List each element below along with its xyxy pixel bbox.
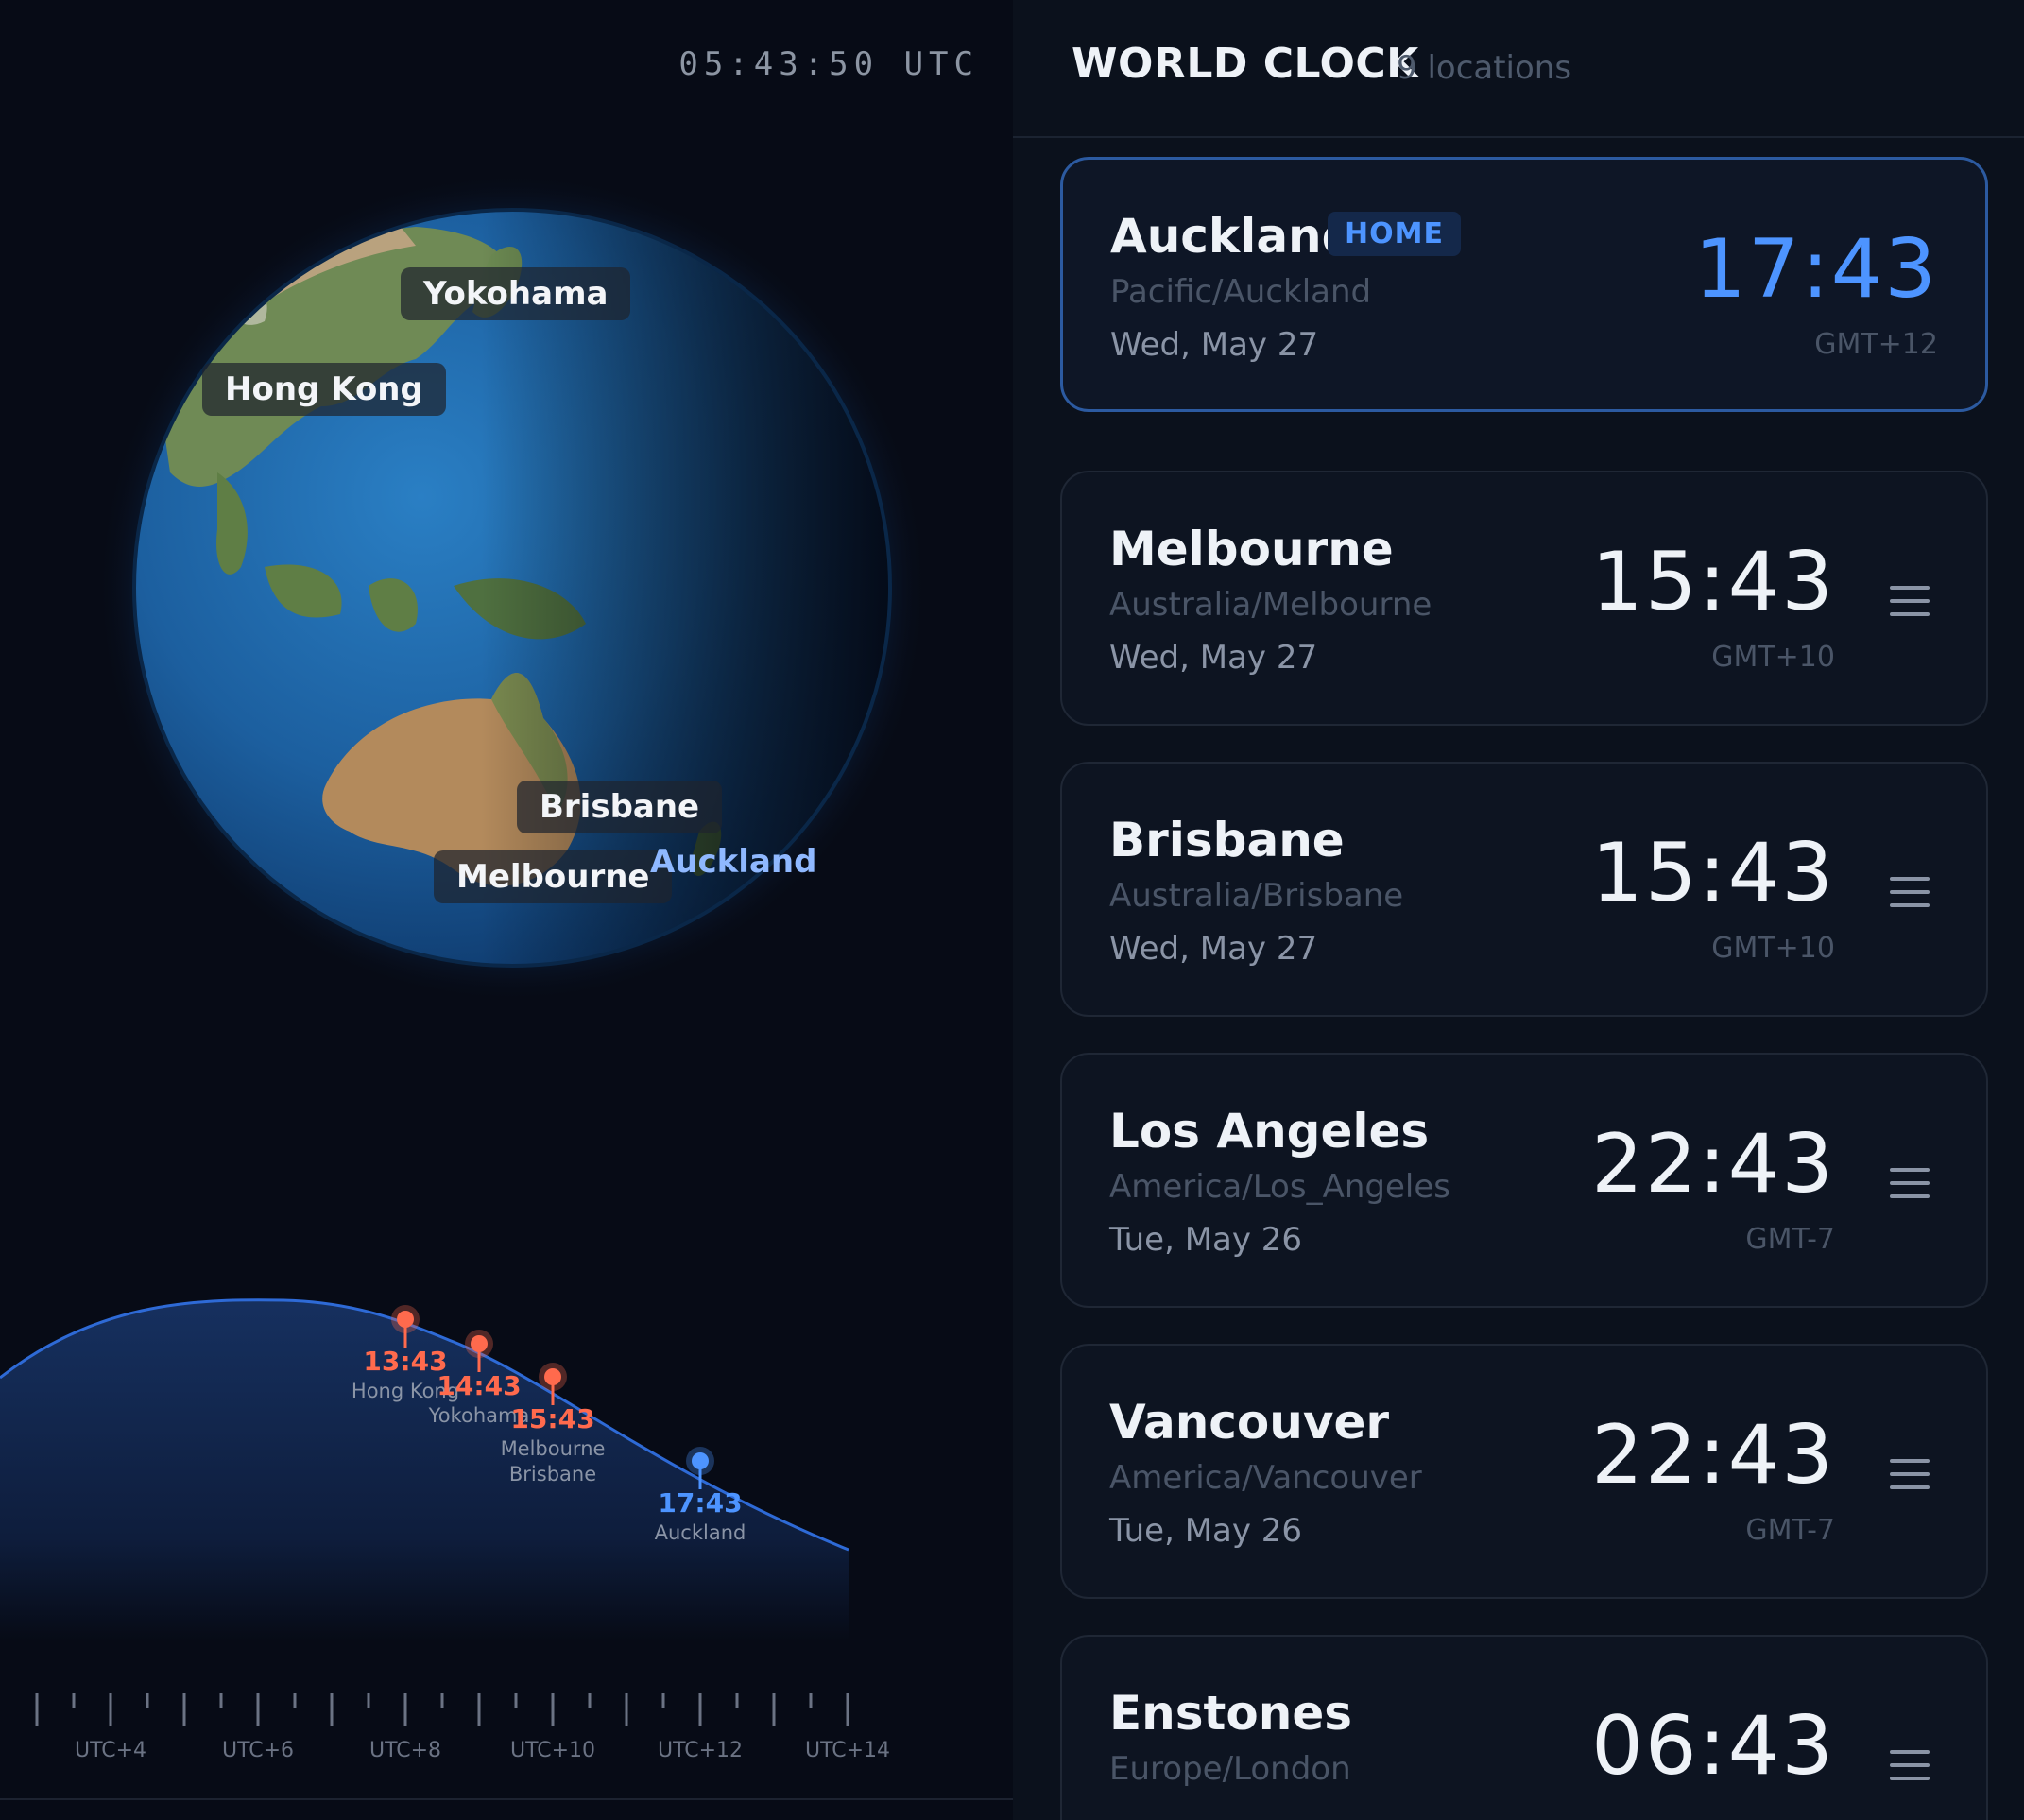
card-date: Wed, May 27 bbox=[1110, 326, 1319, 364]
card-timezone: America/Los_Angeles bbox=[1109, 1168, 1450, 1206]
card-city-name: Los Angeles bbox=[1109, 1104, 1430, 1159]
scale-label-utc6: UTC+6 bbox=[222, 1739, 294, 1762]
globe[interactable] bbox=[0, 0, 1013, 1228]
card-gmt-offset: GMT-7 bbox=[1745, 1223, 1835, 1256]
globe-view[interactable]: Yokohama Hong Kong Brisbane Melbourne Au… bbox=[0, 0, 1013, 1228]
card-city-name: Enstones bbox=[1109, 1686, 1353, 1741]
card-gmt-offset: GMT+10 bbox=[1711, 641, 1835, 674]
card-timezone: America/Vancouver bbox=[1109, 1459, 1422, 1497]
panel-header: WORLD CLOCK 9 locations bbox=[1013, 0, 2024, 138]
drag-handle-icon[interactable] bbox=[1890, 877, 1930, 909]
divider bbox=[0, 1798, 1013, 1800]
drag-handle-icon[interactable] bbox=[1890, 1750, 1930, 1782]
card-time: 15:43 bbox=[1591, 826, 1835, 920]
world-clock-panel: WORLD CLOCK 9 locations Auckland HOME Pa… bbox=[1013, 0, 2024, 1820]
marker-city: Auckland bbox=[655, 1521, 746, 1544]
globe-label-hong-kong[interactable]: Hong Kong bbox=[202, 363, 446, 416]
marker-time: 14:43 bbox=[437, 1370, 521, 1401]
card-time: 15:43 bbox=[1591, 535, 1835, 629]
left-pane: 05:43:50 UTC Yokohama Hong Kong Brisbane… bbox=[0, 0, 1013, 1820]
drag-handle-icon[interactable] bbox=[1890, 586, 1930, 618]
scale-label-utc10: UTC+10 bbox=[510, 1739, 595, 1762]
card-city-name: Auckland bbox=[1110, 209, 1356, 264]
card-date: Tue, May 26 bbox=[1109, 1512, 1303, 1550]
globe-label-auckland[interactable]: Auckland bbox=[627, 835, 839, 888]
daylight-curve-chart: 13:43 Hong Kong 14:43 Yokohama 15:43 Mel… bbox=[0, 1298, 849, 1640]
card-timezone: Europe/London bbox=[1109, 1750, 1351, 1788]
card-city-name: Brisbane bbox=[1109, 813, 1345, 867]
panel-title: WORLD CLOCK bbox=[1072, 40, 1419, 88]
scale-label-utc8: UTC+8 bbox=[369, 1739, 441, 1762]
card-time: 17:43 bbox=[1694, 222, 1938, 317]
card-city-name: Vancouver bbox=[1109, 1395, 1390, 1450]
marker-city: Melbourne bbox=[501, 1437, 606, 1460]
clock-card-enstones[interactable]: Enstones Europe/London 06:43 bbox=[1060, 1635, 1988, 1820]
card-time: 06:43 bbox=[1591, 1699, 1835, 1794]
drag-handle-icon[interactable] bbox=[1890, 1168, 1930, 1200]
marker-time: 17:43 bbox=[658, 1487, 742, 1519]
card-timezone: Australia/Brisbane bbox=[1109, 877, 1404, 915]
clock-card-los-angeles[interactable]: Los Angeles America/Los_Angeles Tue, May… bbox=[1060, 1053, 1988, 1308]
card-gmt-offset: GMT+10 bbox=[1711, 932, 1835, 965]
clock-card-vancouver[interactable]: Vancouver America/Vancouver Tue, May 26 … bbox=[1060, 1344, 1988, 1599]
globe-label-yokohama[interactable]: Yokohama bbox=[401, 267, 631, 320]
card-gmt-offset: GMT+12 bbox=[1814, 328, 1938, 361]
scale-label-utc14: UTC+14 bbox=[805, 1739, 890, 1762]
home-badge: HOME bbox=[1328, 212, 1461, 256]
drag-handle-icon[interactable] bbox=[1890, 1459, 1930, 1491]
marker-city: Brisbane bbox=[509, 1463, 596, 1485]
clock-card-brisbane[interactable]: Brisbane Australia/Brisbane Wed, May 27 … bbox=[1060, 762, 1988, 1017]
marker-time: 13:43 bbox=[363, 1346, 447, 1377]
card-timezone: Australia/Melbourne bbox=[1109, 586, 1432, 624]
card-gmt-offset: GMT-7 bbox=[1745, 1514, 1835, 1547]
globe-label-brisbane[interactable]: Brisbane bbox=[517, 781, 723, 833]
card-time: 22:43 bbox=[1591, 1117, 1835, 1211]
card-date: Wed, May 27 bbox=[1109, 930, 1318, 968]
location-count: 9 locations bbox=[1397, 49, 1572, 87]
card-timezone: Pacific/Auckland bbox=[1110, 273, 1372, 311]
marker-time: 15:43 bbox=[510, 1403, 594, 1434]
scale-ticks bbox=[35, 1693, 849, 1726]
card-city-name: Melbourne bbox=[1109, 522, 1394, 576]
card-date: Tue, May 26 bbox=[1109, 1221, 1303, 1259]
scale-label-utc4: UTC+4 bbox=[75, 1739, 146, 1762]
card-date: Wed, May 27 bbox=[1109, 639, 1318, 677]
timezone-scale[interactable]: UTC+4 UTC+6 UTC+8 UTC+10 UTC+12 UTC+14 bbox=[0, 1673, 1013, 1786]
card-time: 22:43 bbox=[1591, 1408, 1835, 1502]
clock-card-melbourne[interactable]: Melbourne Australia/Melbourne Wed, May 2… bbox=[1060, 471, 1988, 726]
clock-card-auckland[interactable]: Auckland HOME Pacific/Auckland Wed, May … bbox=[1060, 157, 1988, 412]
scale-label-utc12: UTC+12 bbox=[658, 1739, 743, 1762]
